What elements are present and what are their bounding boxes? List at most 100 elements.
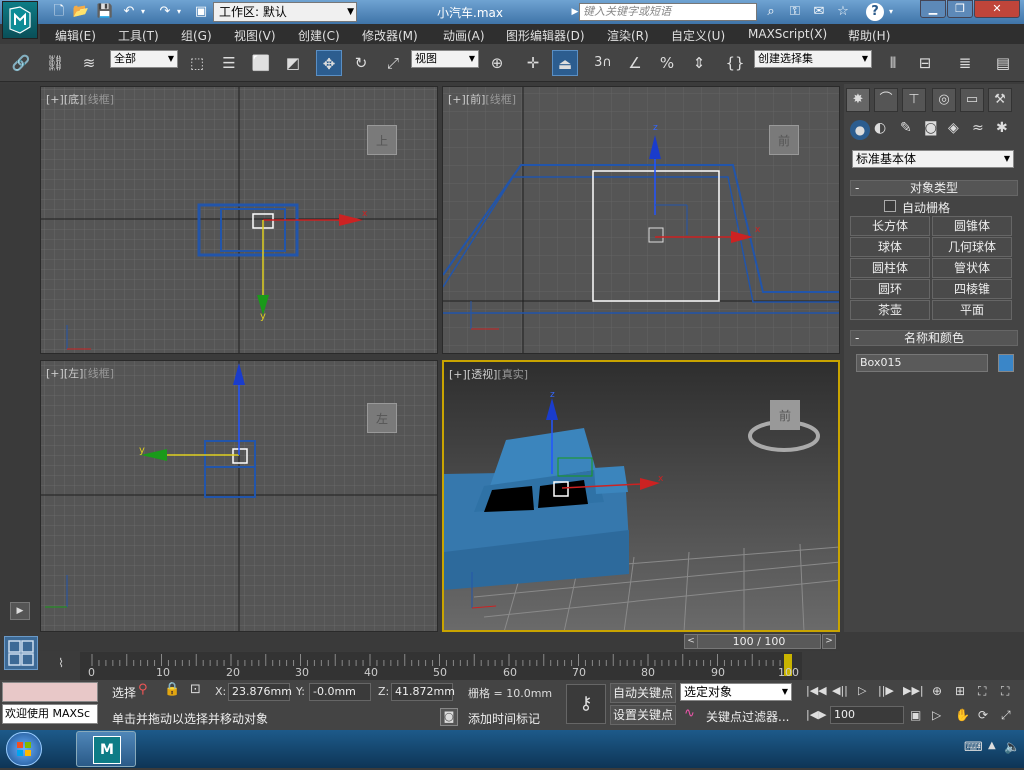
help-icon[interactable]: ? <box>866 3 884 21</box>
set-key-icon[interactable]: ⚷ <box>566 684 606 724</box>
viewport-shading-label[interactable]: [真实] <box>497 368 528 381</box>
motion-tab-icon[interactable]: ◎ <box>932 88 956 112</box>
binoculars-icon[interactable]: ⌕ <box>762 3 780 21</box>
menu-modifiers[interactable]: 修改器(M) <box>362 27 418 44</box>
key-mode-toggle-icon[interactable]: |◀▶ <box>806 708 827 721</box>
help-dropdown-icon[interactable]: ▾ <box>886 3 896 21</box>
sphere-button[interactable]: 球体 <box>850 237 930 257</box>
auto-grid-checkbox[interactable] <box>884 200 896 212</box>
key-mode-dropdown[interactable]: 选定对象 ▼ <box>680 683 792 701</box>
viewport-shading-label[interactable]: [线框] <box>83 93 114 106</box>
z-coordinate-input[interactable]: 41.872mm <box>391 683 455 701</box>
viewport-menu-label[interactable]: [+] <box>46 367 64 380</box>
curve-editor-mini-icon[interactable]: ⌇ <box>50 656 72 674</box>
name-color-rollout[interactable]: - 名称和颜色 <box>850 330 1018 346</box>
teapot-button[interactable]: 茶壶 <box>850 300 930 320</box>
go-to-start-icon[interactable]: |◀◀ <box>806 684 827 697</box>
menu-animation[interactable]: 动画(A) <box>443 27 485 44</box>
select-and-move-icon[interactable]: ✥ <box>316 50 342 76</box>
shapes-icon[interactable]: ◐ <box>874 120 886 136</box>
pyramid-button[interactable]: 四棱锥 <box>932 279 1012 299</box>
maxscript-listener-top[interactable] <box>2 682 98 702</box>
save-icon[interactable]: 💾 <box>96 3 114 21</box>
time-slider[interactable]: 100 / 100 <box>697 634 821 649</box>
display-tab-icon[interactable]: ▭ <box>960 88 984 112</box>
plane-button[interactable]: 平面 <box>932 300 1012 320</box>
select-by-name-icon[interactable]: ☰ <box>216 50 242 76</box>
next-frame-icon[interactable]: ||▶ <box>878 684 894 697</box>
viewport-view-label[interactable]: [前] <box>466 93 486 106</box>
snap-toggle-icon[interactable]: 3∩ <box>590 50 616 76</box>
prev-frame-icon[interactable]: < <box>684 634 698 649</box>
absolute-mode-icon[interactable]: ⊡ <box>190 682 201 697</box>
graphite-tools-icon[interactable]: ▤ <box>990 50 1016 76</box>
lights-icon[interactable]: ✎ <box>900 120 912 136</box>
search-input[interactable]: 键入关键字或短语 <box>579 3 757 21</box>
modify-tab-icon[interactable]: ⌒ <box>874 88 898 112</box>
object-type-rollout[interactable]: - 对象类型 <box>850 180 1018 196</box>
communication-icon[interactable]: ✉ <box>810 3 828 21</box>
previous-frame-icon[interactable]: ◀|| <box>832 684 848 697</box>
zoom-icon[interactable]: ⊕ <box>932 684 942 698</box>
align-icon[interactable]: ⊟ <box>912 50 938 76</box>
next-frame-icon[interactable]: > <box>822 634 836 649</box>
layer-manager-icon[interactable]: ≣ <box>952 50 978 76</box>
rectangular-selection-icon[interactable]: ⬜ <box>248 50 274 76</box>
torus-button[interactable]: 圆环 <box>850 279 930 299</box>
viewport-shading-label[interactable]: [线框] <box>485 93 516 106</box>
undo-icon[interactable]: ↶ <box>120 3 138 21</box>
object-name-input[interactable]: Box015 <box>856 354 988 372</box>
viewport-label[interactable]: [+][底][线框] <box>46 91 114 107</box>
viewport-menu-label[interactable]: [+] <box>448 93 466 106</box>
viewport-layout-icon[interactable] <box>4 636 38 670</box>
viewport-view-label[interactable]: [透视] <box>467 368 498 381</box>
taskbar-3dsmax-button[interactable]: M <box>76 731 136 767</box>
viewport-menu-label[interactable]: [+] <box>449 368 467 381</box>
set-key-button[interactable]: 设置关键点 <box>610 705 676 725</box>
category-dropdown[interactable]: 标准基本体 ▼ <box>852 150 1014 168</box>
time-tag-icon[interactable]: ◙ <box>440 708 458 726</box>
pan-icon[interactable]: ✋ <box>955 708 970 722</box>
keyboard-icon[interactable]: ⌨ <box>964 740 983 755</box>
percent-snap-icon[interactable]: % <box>654 50 680 76</box>
zoom-all-icon[interactable]: ⊞ <box>955 684 965 698</box>
selection-lock-icon[interactable]: 🔒 <box>164 682 180 697</box>
geometry-icon[interactable]: ● <box>850 120 870 140</box>
viewport-left[interactable]: y [+][左][线框] 左 <box>40 360 438 632</box>
cylinder-button[interactable]: 圆柱体 <box>850 258 930 278</box>
bind-space-warp-icon[interactable]: ≋ <box>76 50 102 76</box>
viewport-label[interactable]: [+][透视][真实] <box>449 366 528 382</box>
menu-customize[interactable]: 自定义(U) <box>671 27 725 44</box>
start-button[interactable] <box>6 732 42 766</box>
current-frame-input[interactable]: 100 <box>830 706 904 724</box>
x-coordinate-input[interactable]: 23.876mm <box>228 683 292 701</box>
minimize-button[interactable]: ▁ <box>920 0 946 18</box>
viewport-menu-label[interactable]: [+] <box>46 93 64 106</box>
edit-named-selection-icon[interactable]: {} <box>722 50 748 76</box>
viewport-label[interactable]: [+][前][线框] <box>448 91 516 107</box>
viewport-perspective[interactable]: x z [+][透视][真实] 前 <box>442 360 840 632</box>
viewport-label[interactable]: [+][左][线框] <box>46 365 114 381</box>
isolate-pin-icon[interactable]: ⚲ <box>138 682 148 697</box>
open-file-icon[interactable]: 📂 <box>72 3 90 21</box>
box-button[interactable]: 长方体 <box>850 216 930 236</box>
volume-icon[interactable]: 🔈 <box>1004 740 1020 755</box>
window-crossing-icon[interactable]: ◩ <box>280 50 306 76</box>
menu-edit[interactable]: 编辑(E) <box>55 27 96 44</box>
zoom-extents-icon[interactable]: ⛶ <box>978 684 986 699</box>
reference-coordinate-dropdown[interactable]: 视图 ▼ <box>411 50 479 68</box>
viewport-front[interactable]: z x [+][前][线框] 前 <box>442 86 840 354</box>
cameras-icon[interactable]: ◙ <box>924 120 938 136</box>
go-to-end-icon[interactable]: ▶▶| <box>903 684 924 697</box>
angle-snap-icon[interactable]: ∠ <box>622 50 648 76</box>
expand-panel-icon[interactable]: ▶ <box>10 602 30 620</box>
link-icon[interactable]: 🔗 <box>8 50 34 76</box>
close-button[interactable]: ✕ <box>974 0 1020 18</box>
select-and-rotate-icon[interactable]: ↻ <box>348 50 374 76</box>
workspace-dropdown[interactable]: 工作区: 默认 ▼ <box>213 2 357 22</box>
viewport-view-label[interactable]: [左] <box>64 367 84 380</box>
viewport-shading-label[interactable]: [线框] <box>83 367 114 380</box>
space-warps-icon[interactable]: ≈ <box>972 120 984 136</box>
maximize-viewport-icon[interactable]: ⤢ <box>1001 708 1011 723</box>
viewcube[interactable]: 上 <box>367 125 397 155</box>
